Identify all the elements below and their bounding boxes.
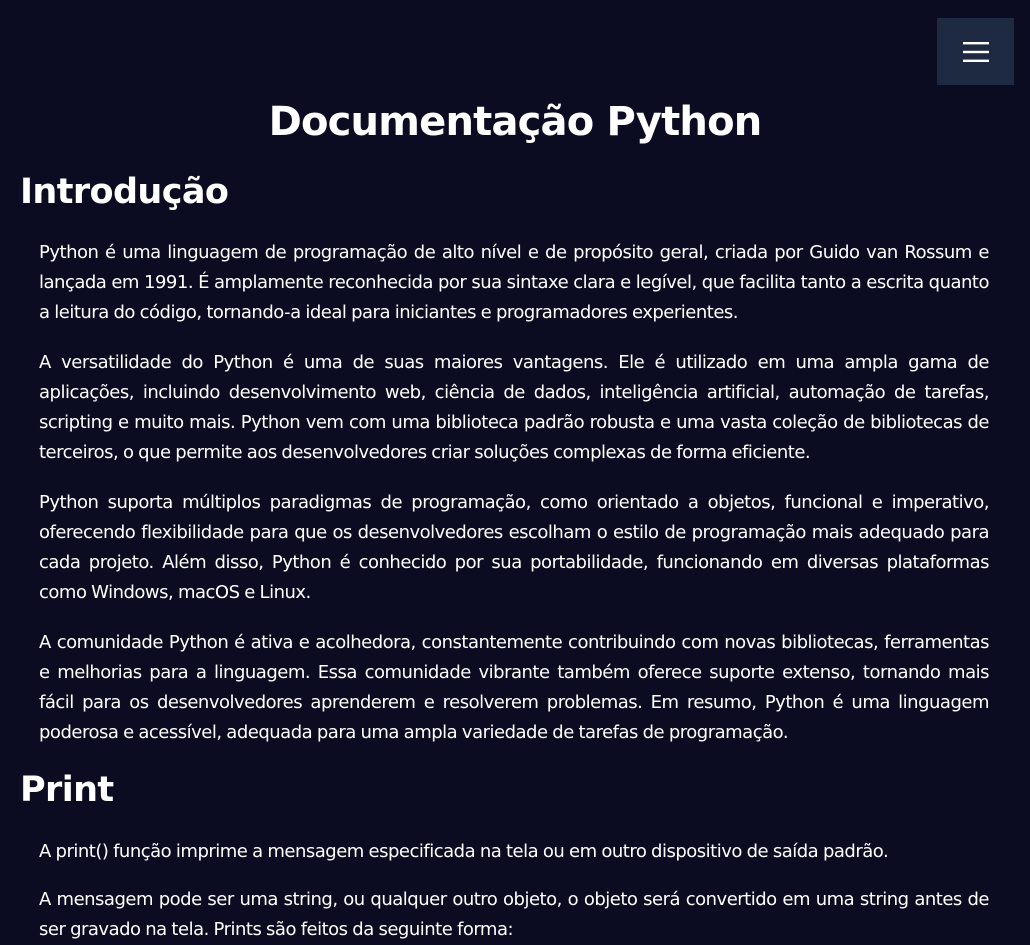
page-title: Documentação Python	[268, 99, 763, 145]
intro-paragraph-2: A versatilidade do Python é uma de suas …	[39, 352, 990, 463]
print-paragraph-2: A mensagem pode ser uma string, ou qualq…	[39, 889, 990, 940]
intro-paragraph-4: A comunidade Python é ativa e acolhedora…	[39, 632, 990, 743]
section-heading-print: Print	[20, 770, 114, 810]
intro-paragraph-3: Python suporta múltiplos paradigmas de p…	[39, 492, 990, 603]
hamburger-menu-icon	[962, 41, 989, 62]
print-paragraph-1: A print() função imprime a mensagem espe…	[39, 841, 889, 862]
menu-button[interactable]	[937, 18, 1014, 85]
intro-paragraph-1: Python é uma linguagem de programação de…	[39, 242, 990, 323]
section-heading-introducao: Introdução	[20, 172, 229, 212]
